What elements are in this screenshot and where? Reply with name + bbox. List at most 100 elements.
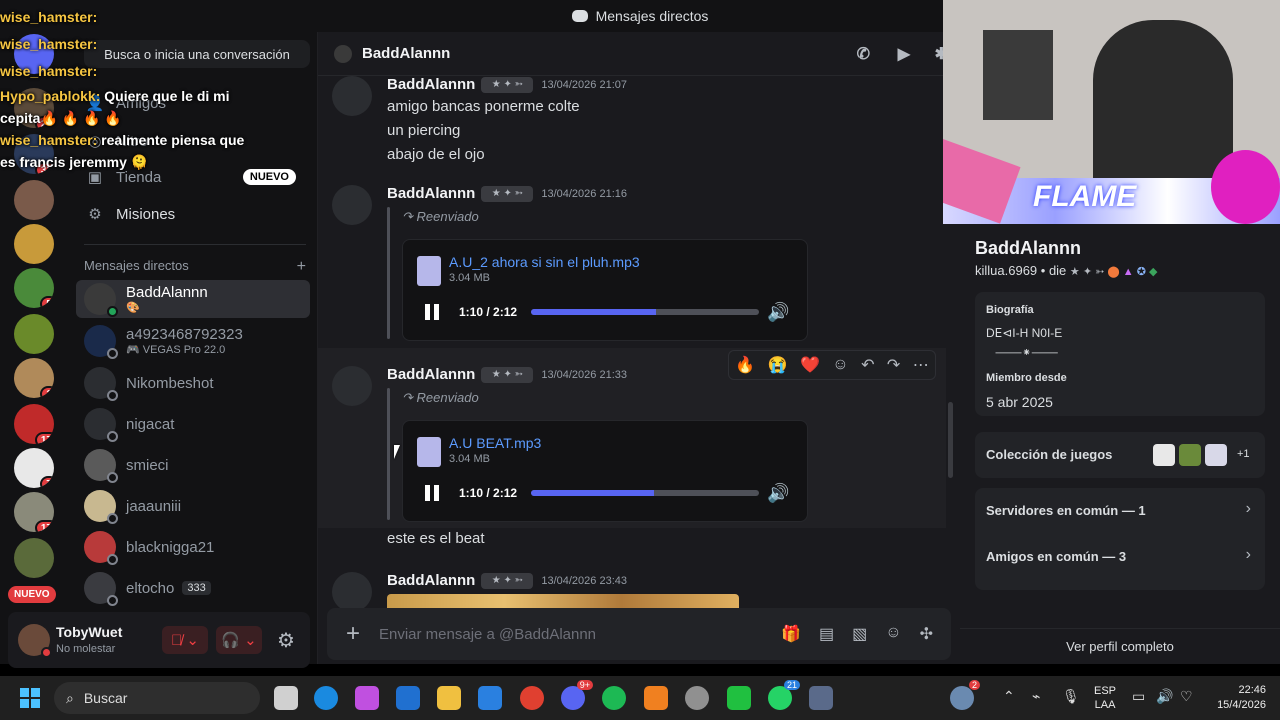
avatar[interactable]	[332, 366, 372, 406]
audio-progress[interactable]	[531, 309, 759, 315]
file-name[interactable]: A.U_2 ahora si sin el pluh.mp3	[449, 254, 640, 270]
notification-icon[interactable]: ♡	[1180, 688, 1193, 705]
whatsapp-icon[interactable]: 21	[768, 680, 800, 710]
discord-taskbar-icon[interactable]: 9+	[561, 680, 593, 710]
mutual-servers[interactable]: Servidores en común — 1 ›	[975, 488, 1265, 534]
search-icon: ⌕	[66, 689, 74, 706]
weather-icon[interactable]: 2	[950, 680, 980, 710]
message-composer: + Enviar mensaje a @BaddAlannn 🎁 ▤ ▧ ☺ ✣	[327, 608, 951, 660]
display-icon[interactable]: ▭	[1132, 688, 1145, 705]
stream-chat-overlay: wise_hamster: wise_hamster: wise_hamster…	[0, 4, 270, 173]
pause-button[interactable]	[425, 304, 439, 320]
mic-icon[interactable]: 🎙	[1062, 688, 1080, 705]
mute-button[interactable]: 🎙̸ ⌄	[162, 626, 208, 654]
audio-progress[interactable]	[531, 490, 759, 496]
settings-button[interactable]: ⚙	[272, 626, 300, 654]
avatar[interactable]	[332, 76, 372, 116]
status-dot	[107, 390, 118, 401]
attach-button[interactable]: +	[327, 620, 379, 648]
message-author[interactable]: BaddAlannn	[387, 572, 475, 589]
dm-item[interactable]: smieci	[76, 446, 310, 484]
username: TobyWuet	[56, 624, 123, 640]
mutual-friends[interactable]: Amigos en común — 3 ›	[975, 534, 1265, 580]
copilot-icon[interactable]	[355, 686, 379, 710]
apps-icon[interactable]: ✣	[920, 624, 933, 644]
message-author[interactable]: BaddAlannn	[387, 185, 475, 202]
avatar[interactable]	[332, 185, 372, 225]
store-icon[interactable]	[478, 686, 502, 710]
settings-app-icon[interactable]	[809, 686, 833, 710]
tray-chevron-icon[interactable]: ⌃	[1003, 688, 1015, 705]
avatar	[334, 44, 352, 63]
dm-item[interactable]: nigacat	[76, 405, 310, 443]
audio-file-icon	[417, 256, 441, 286]
view-full-profile[interactable]: Ver perfil completo	[960, 628, 1280, 664]
video-icon[interactable]: ▶	[898, 44, 910, 64]
message-author[interactable]: BaddAlannn	[387, 366, 475, 383]
dm-item[interactable]: jaaauniii	[76, 487, 310, 525]
server-icon[interactable]: 17	[14, 492, 54, 532]
mouse-cursor	[394, 445, 400, 459]
outlook-icon[interactable]	[396, 686, 420, 710]
taskbar-search[interactable]: ⌕ Buscar	[54, 682, 260, 714]
avatar[interactable]	[332, 572, 372, 612]
file-name[interactable]: A.U BEAT.mp3	[449, 435, 541, 451]
cry-reaction[interactable]: 😭	[768, 355, 788, 375]
start-button[interactable]	[20, 688, 40, 708]
server-icon[interactable]	[14, 180, 54, 220]
spotify-icon[interactable]	[602, 686, 626, 710]
divider	[84, 244, 306, 245]
deafen-button[interactable]: 🎧 ⌄	[216, 626, 262, 654]
clan-tag: ★ ✦ ➳	[481, 185, 534, 202]
add-dm-button[interactable]: +	[297, 258, 306, 276]
server-icon[interactable]: 1	[14, 358, 54, 398]
sticker-icon[interactable]: ▧	[852, 624, 867, 644]
server-icon[interactable]: 5	[14, 268, 54, 308]
obs-icon[interactable]	[685, 686, 709, 710]
status-dot	[107, 348, 118, 359]
pink-buddha	[1211, 150, 1280, 224]
dm-item[interactable]: Nikombeshot	[76, 364, 310, 402]
banner-text: FLAME	[1033, 180, 1137, 213]
server-icon[interactable]	[14, 314, 54, 354]
heart-reaction[interactable]: ❤️	[800, 355, 820, 375]
network-icon[interactable]: ⌁	[1032, 688, 1040, 705]
language-indicator[interactable]: ESP LAA	[1094, 684, 1116, 712]
call-icon[interactable]: ✆	[857, 44, 870, 64]
task-view-icon[interactable]	[274, 686, 298, 710]
kick-icon[interactable]	[727, 686, 751, 710]
scrollbar[interactable]	[948, 402, 953, 478]
games-card[interactable]: Colección de juegos +1	[975, 432, 1265, 478]
avatar[interactable]	[18, 624, 52, 658]
clock[interactable]: 22:46 15/4/2026	[1206, 683, 1266, 713]
pause-button[interactable]	[425, 485, 439, 501]
emoji-icon[interactable]: ☺	[885, 624, 901, 644]
volume-tray-icon[interactable]: 🔊	[1156, 688, 1173, 705]
avatar	[84, 572, 118, 606]
dm-item[interactable]: BaddAlannn 🎨	[76, 280, 310, 318]
gif-icon[interactable]: ▤	[819, 624, 834, 644]
reply-icon[interactable]: ↶	[861, 355, 874, 375]
forward-icon[interactable]: ↷	[887, 355, 900, 375]
explorer-icon[interactable]	[437, 686, 461, 710]
edge-icon[interactable]	[314, 686, 338, 710]
nav-quests[interactable]: ⚙ Misiones	[80, 195, 310, 233]
more-icon[interactable]: ⋯	[913, 355, 929, 375]
dm-item[interactable]: a4923468792323 🎮 VEGAS Pro 22.0	[76, 322, 310, 360]
message-time: 13/04/2026 21:07	[541, 78, 627, 91]
soundcloud-icon[interactable]	[644, 686, 668, 710]
server-icon[interactable]	[14, 538, 54, 578]
volume-icon[interactable]: 🔊	[767, 483, 789, 503]
dm-item[interactable]: blacknigga21	[76, 528, 310, 566]
server-icon[interactable]	[14, 224, 54, 264]
gift-icon[interactable]: 🎁	[781, 624, 801, 644]
message-input[interactable]: Enviar mensaje a @BaddAlannn	[379, 626, 781, 643]
server-icon[interactable]: 7	[14, 448, 54, 488]
message-author[interactable]: BaddAlannn	[387, 76, 475, 93]
dm-item[interactable]: eltocho 333	[76, 569, 310, 607]
add-reaction-icon[interactable]: ☺	[832, 356, 848, 374]
chrome-icon[interactable]	[520, 686, 544, 710]
server-icon[interactable]: 17	[14, 404, 54, 444]
fire-reaction[interactable]: 🔥	[735, 355, 755, 375]
volume-icon[interactable]: 🔊	[767, 302, 789, 322]
